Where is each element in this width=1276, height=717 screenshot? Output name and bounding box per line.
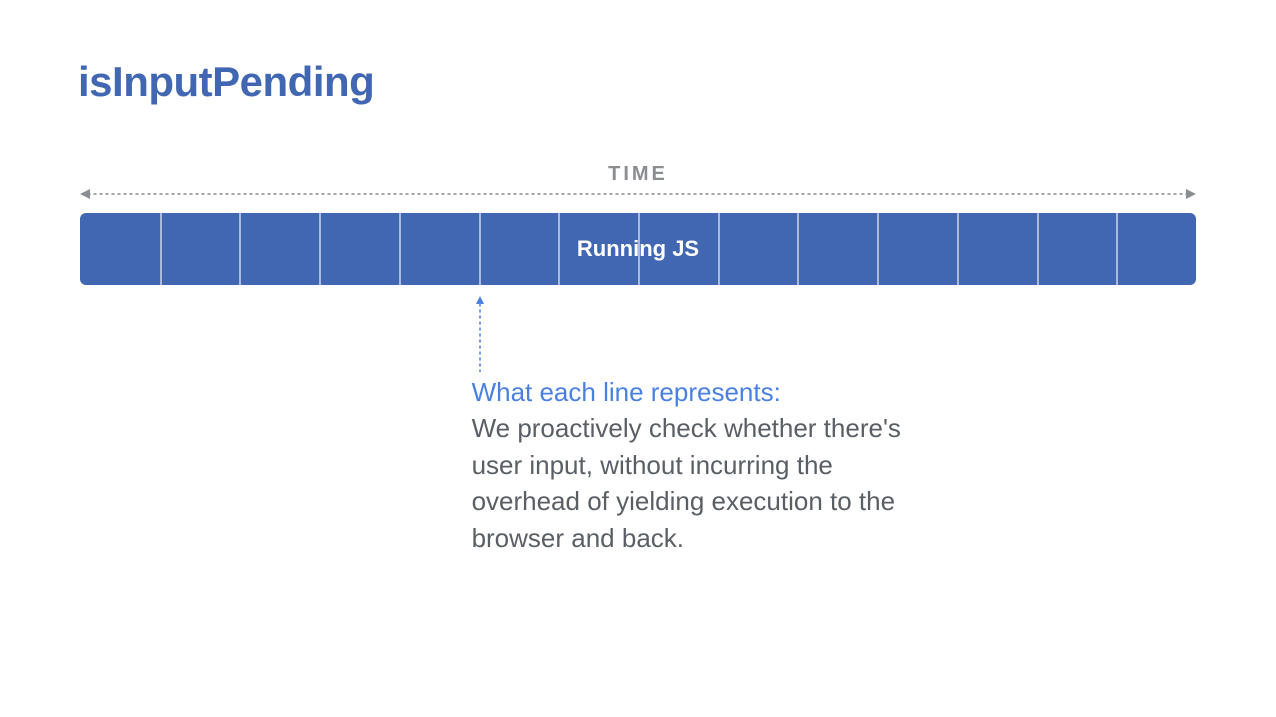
callout-text: What each line represents: We proactivel… [472,374,902,556]
slide: isInputPending TIME Running JS What each… [0,0,1276,717]
running-js-bar: Running JS [80,213,1196,285]
callout-body: We proactively check whether there's use… [472,413,901,552]
timeline-axis [80,188,1196,200]
axis-label-time: TIME [0,163,1276,186]
callout-connector [476,296,484,372]
callout-heading: What each line represents: [472,377,781,407]
page-title: isInputPending [78,58,1198,106]
bar-label: Running JS [80,213,1196,285]
